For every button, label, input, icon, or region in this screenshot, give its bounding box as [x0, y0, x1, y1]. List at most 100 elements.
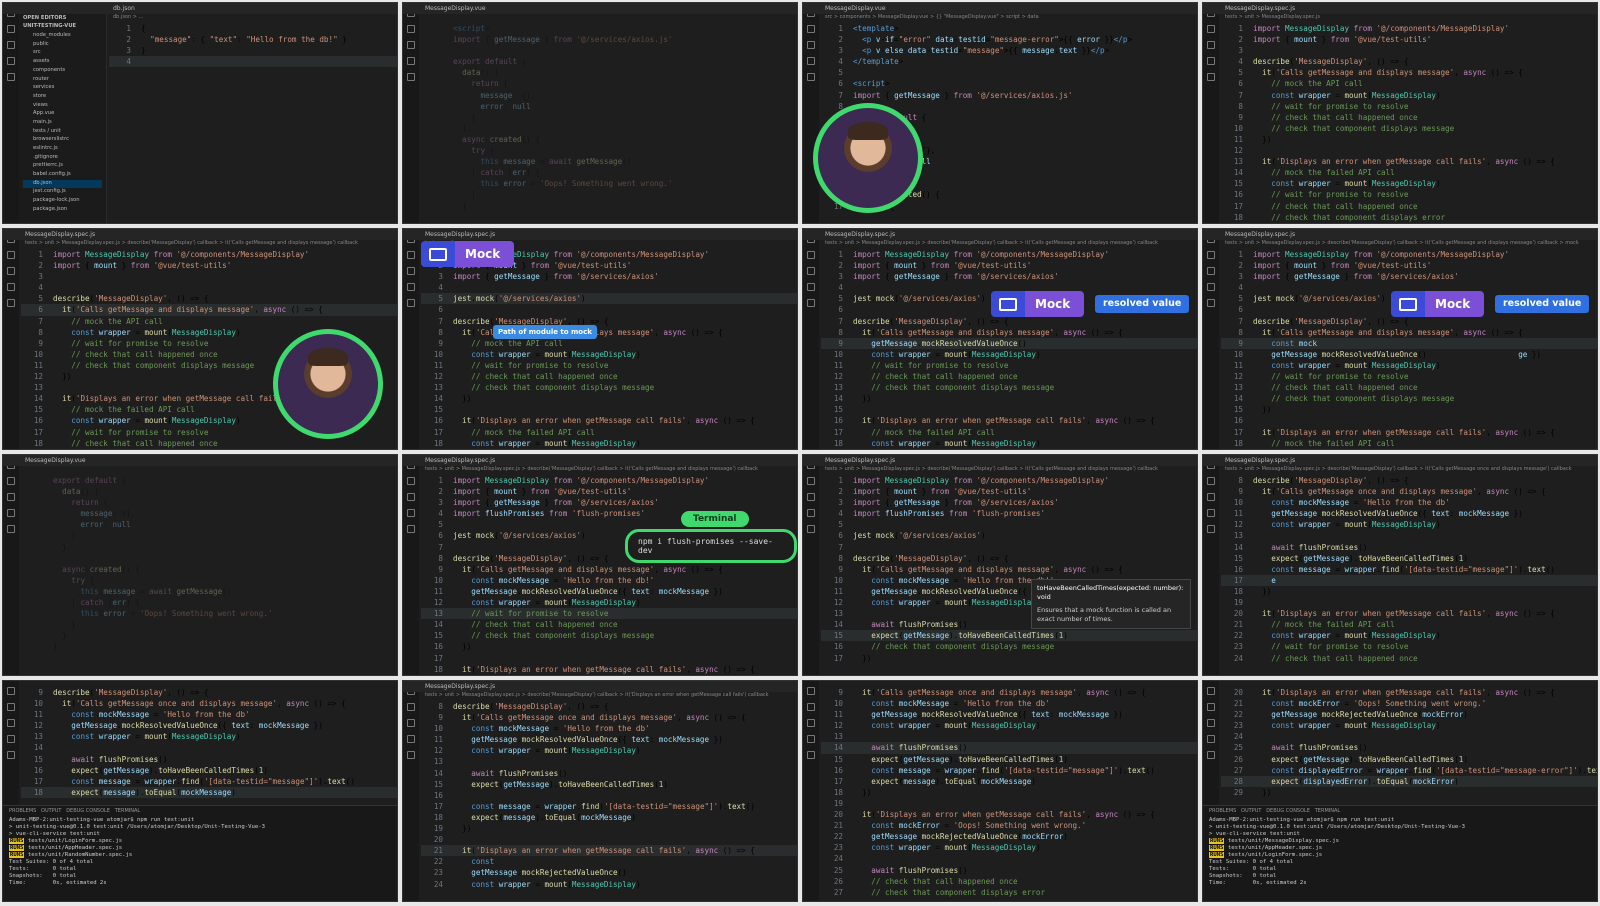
explorer-item[interactable]: tests / unit [23, 128, 102, 137]
code-line[interactable]: 16 // check that component displays mess… [821, 641, 1197, 652]
code-editor[interactable]: 8 describe('MessageDisplay', () => {9 it(… [1221, 475, 1597, 675]
code-line[interactable]: 16 [421, 790, 797, 801]
code-line[interactable]: 10 const mockMessage = 'Hello from the d… [1221, 497, 1597, 508]
search-icon[interactable] [407, 251, 415, 259]
code-line[interactable]: 3 import { getMessage } from '@/services/… [421, 271, 797, 282]
code-line[interactable]: 1{ [109, 23, 397, 34]
video-thumbnail-panel[interactable]: EXPLOREROPEN EDITORSUNIT-TESTING-VUEnode… [2, 2, 398, 224]
code-line[interactable]: this.message = await getMessage() [21, 586, 397, 597]
debug-icon[interactable] [807, 57, 815, 65]
code-line[interactable]: 8 // wait for promise to resolve [1221, 101, 1597, 112]
terminal-tabs[interactable]: PROBLEMS OUTPUT DEBUG CONSOLE TERMINAL [1209, 808, 1591, 814]
video-thumbnail-panel[interactable]: MessageDisplay.spec.js tests > unit > Mes… [1202, 228, 1598, 450]
code-line[interactable]: async created() { [21, 564, 397, 575]
explorer-item[interactable]: browserslistrc [23, 136, 102, 145]
files-icon[interactable] [807, 687, 815, 695]
code-line[interactable]: 20 it('Displays an error when getMessage… [1221, 608, 1597, 619]
code-line[interactable]: 2 import { mount } from '@vue/test-utils' [821, 486, 1197, 497]
debug-icon[interactable] [1207, 735, 1215, 743]
video-thumbnail-panel[interactable]: MessageDisplay.vue <script> import { getMe… [402, 2, 798, 224]
extensions-icon[interactable] [407, 751, 415, 759]
explorer-item[interactable]: jest.config.js [23, 188, 102, 197]
explorer-item[interactable]: App.vue [23, 110, 102, 119]
code-line[interactable]: 24 // check that call happened once [1221, 653, 1597, 664]
code-line[interactable]: 24 [821, 853, 1197, 864]
code-line[interactable]: 2 import { mount } from '@vue/test-utils' [21, 260, 397, 271]
explorer-item[interactable]: .gitignore [23, 154, 102, 163]
code-line[interactable]: 7 describe('MessageDisplay', () => { [421, 316, 797, 327]
code-line[interactable]: error: null [421, 101, 797, 112]
code-line[interactable]: 14 // mock the failed API call [1221, 167, 1597, 178]
code-line[interactable]: 15 }) [1221, 404, 1597, 415]
debug-icon[interactable] [407, 509, 415, 517]
code-line[interactable]: 24 const wrapper = mount(MessageDisplay) [421, 879, 797, 890]
code-line[interactable]: 9 it('Calls getMessage once and displays… [421, 712, 797, 723]
code-line[interactable]: this.message = await getMessage() [421, 156, 797, 167]
code-line[interactable]: 18 it('Displays an error when getMessage… [421, 664, 797, 675]
video-thumbnail-panel[interactable]: MessageDisplay.spec.js tests > unit > Mes… [402, 680, 798, 902]
code-line[interactable]: 16 const message = wrapper.find('[data-t… [1221, 564, 1597, 575]
code-editor[interactable]: export default { data() { return { messa… [21, 475, 397, 675]
code-line[interactable]: 14 // check that component displays mess… [1221, 393, 1597, 404]
code-line[interactable]: 6 // mock the API call [1221, 78, 1597, 89]
code-line[interactable]: } catch (err) { [421, 167, 797, 178]
code-line[interactable]: try { [421, 145, 797, 156]
code-editor[interactable]: 1 import MessageDisplay from '@/component… [1221, 23, 1597, 223]
code-line[interactable]: 3 import { getMessage } from '@/services/… [821, 497, 1197, 508]
search-icon[interactable] [807, 25, 815, 33]
code-line[interactable]: 8 describe('MessageDisplay', () => { [821, 553, 1197, 564]
source-control-icon[interactable] [1207, 41, 1215, 49]
code-line[interactable]: 18 }) [821, 787, 1197, 798]
code-line[interactable]: message: {}, [21, 508, 397, 519]
explorer-item[interactable]: node_modules [23, 32, 102, 41]
code-line[interactable]: 11 // wait for promise to resolve [821, 360, 1197, 371]
files-icon[interactable] [1207, 687, 1215, 695]
code-line[interactable]: 7 import { getMessage } from '@/services/… [821, 90, 1197, 101]
extensions-icon[interactable] [807, 525, 815, 533]
code-line[interactable]: } catch (err) { [21, 597, 397, 608]
source-control-icon[interactable] [807, 41, 815, 49]
code-line[interactable]: 13 [1221, 530, 1597, 541]
code-line[interactable]: 13 // check that component displays mess… [821, 382, 1197, 393]
code-line[interactable]: message: {}, [421, 90, 797, 101]
code-line[interactable]: 1 import MessageDisplay from '@/component… [821, 475, 1197, 486]
code-line[interactable]: 16 it('Displays an error when getMessage… [821, 415, 1197, 426]
code-line[interactable]: 27 // check that component displays erro… [821, 887, 1197, 898]
debug-icon[interactable] [1207, 283, 1215, 291]
code-line[interactable]: 3 [21, 271, 397, 282]
search-icon[interactable] [807, 477, 815, 485]
code-line[interactable]: 19 [821, 798, 1197, 809]
debug-icon[interactable] [1207, 57, 1215, 65]
code-line[interactable]: 17 // check that call happened once [1221, 201, 1597, 212]
code-line[interactable]: 4 import flushPromises from 'flush-promis… [821, 508, 1197, 519]
code-line[interactable]: 16 }) [421, 641, 797, 652]
explorer-item[interactable]: assets [23, 58, 102, 67]
code-line[interactable]: return { [421, 78, 797, 89]
code-line[interactable]: 8 it('Calls getMessage and displays mess… [421, 327, 797, 338]
explorer-item[interactable]: store [23, 93, 102, 102]
code-line[interactable]: 20 [421, 834, 797, 845]
search-icon[interactable] [1207, 25, 1215, 33]
editor-tab[interactable]: MessageDisplay.vue [403, 3, 797, 14]
terminal-tabs[interactable]: PROBLEMS OUTPUT DEBUG CONSOLE TERMINAL [9, 808, 391, 814]
terminal-panel[interactable]: PROBLEMS OUTPUT DEBUG CONSOLE TERMINAL Ad… [1203, 805, 1597, 901]
editor-tab[interactable]: MessageDisplay.vue [3, 455, 397, 466]
code-line[interactable]: 5 [821, 67, 1197, 78]
code-line[interactable]: 21 it('Displays an error when getMessage… [421, 845, 797, 857]
editor-tab[interactable]: MessageDisplay.spec.js [403, 229, 797, 240]
code-editor[interactable]: 8 describe('MessageDisplay', () => {9 it(… [421, 701, 797, 901]
explorer-item[interactable]: eslintrc.js [23, 145, 102, 154]
code-line[interactable]: 21 const mockError = 'Oops! Something we… [821, 820, 1197, 831]
code-line[interactable]: 12 const wrapper = mount(MessageDisplay) [1221, 519, 1597, 530]
source-control-icon[interactable] [7, 493, 15, 501]
code-line[interactable]: 11 getMessage.mockResolvedValueOnce({ te… [421, 586, 797, 597]
code-line[interactable]: 11 getMessage.mockResolvedValueOnce({ te… [821, 709, 1197, 720]
extensions-icon[interactable] [7, 73, 15, 81]
search-icon[interactable] [1207, 477, 1215, 485]
code-line[interactable]: 29 }) [1221, 787, 1597, 798]
code-line[interactable]: 19 }) [421, 823, 797, 834]
code-line[interactable]: 5 jest.mock('@/services/axios') [421, 293, 797, 305]
code-line[interactable]: 9 // mock the API call [421, 338, 797, 349]
code-line[interactable]: 17 e [1221, 574, 1597, 586]
explorer-item[interactable]: babel.config.js [23, 171, 102, 180]
